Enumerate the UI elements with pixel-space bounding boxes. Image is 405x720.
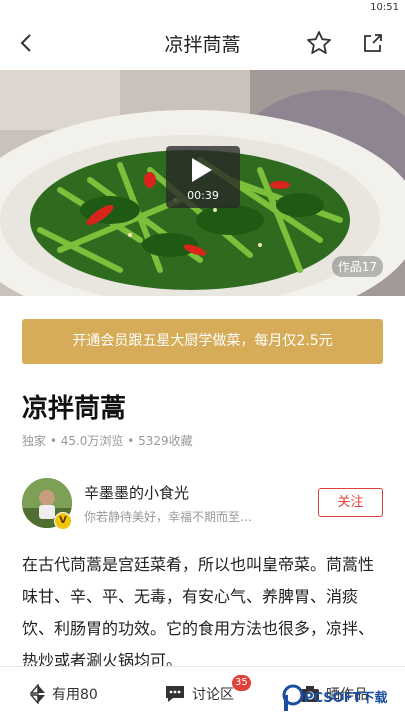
back-button[interactable] xyxy=(12,28,42,58)
status-bar: 10:51 xyxy=(0,0,405,16)
watermark-logo-icon xyxy=(282,684,304,711)
verified-badge: V xyxy=(54,512,72,530)
star-icon xyxy=(307,31,331,54)
site-watermark: PCSOFT下载 xyxy=(282,684,402,718)
comment-count-badge: 35 xyxy=(232,675,251,691)
play-icon xyxy=(192,158,212,182)
page-title: 凉拌茼蒿 xyxy=(164,34,241,56)
share-button[interactable] xyxy=(358,28,388,58)
author-name[interactable]: 辛墨墨的小食光 xyxy=(84,482,189,503)
nav-bar: 凉拌茼蒿 xyxy=(0,16,405,70)
status-time: 10:51 xyxy=(370,2,399,13)
share-icon xyxy=(364,34,382,52)
comment-label: 讨论区 xyxy=(192,687,234,703)
works-count-badge[interactable]: 作品17 xyxy=(331,256,383,277)
useful-label: 有用80 xyxy=(52,687,98,703)
author-bio: 你若静待美好，幸福不期而至… xyxy=(84,510,253,524)
favorite-button[interactable] xyxy=(304,28,334,58)
comment-button[interactable]: 讨论区 35 xyxy=(164,667,251,720)
recipe-title: 凉拌茼蒿 xyxy=(22,394,127,424)
video-play-button[interactable]: 00:39 xyxy=(166,146,240,208)
recipe-meta: 独家 • 45.0万浏览 • 5329收藏 xyxy=(22,434,193,448)
vip-membership-banner[interactable]: 开通会员跟五星大厨学做菜，每月仅2.5元 xyxy=(22,319,383,364)
comment-icon xyxy=(166,686,184,702)
recipe-description: 在古代茼蒿是宫廷菜肴，所以也叫皇帝菜。茼蒿性味甘、辛、平、无毒，有安心气、养脾胃… xyxy=(22,555,375,670)
video-duration: 00:39 xyxy=(187,189,219,202)
back-arrow-icon xyxy=(20,34,31,52)
thumb-diamond-icon xyxy=(30,684,45,704)
follow-button[interactable]: 关注 xyxy=(318,488,383,517)
author-row: V 辛墨墨的小食光 你若静待美好，幸福不期而至… 关注 xyxy=(22,478,383,532)
watermark-text: PCSOFT下载 xyxy=(304,691,388,706)
useful-button[interactable]: 有用80 xyxy=(30,667,98,720)
